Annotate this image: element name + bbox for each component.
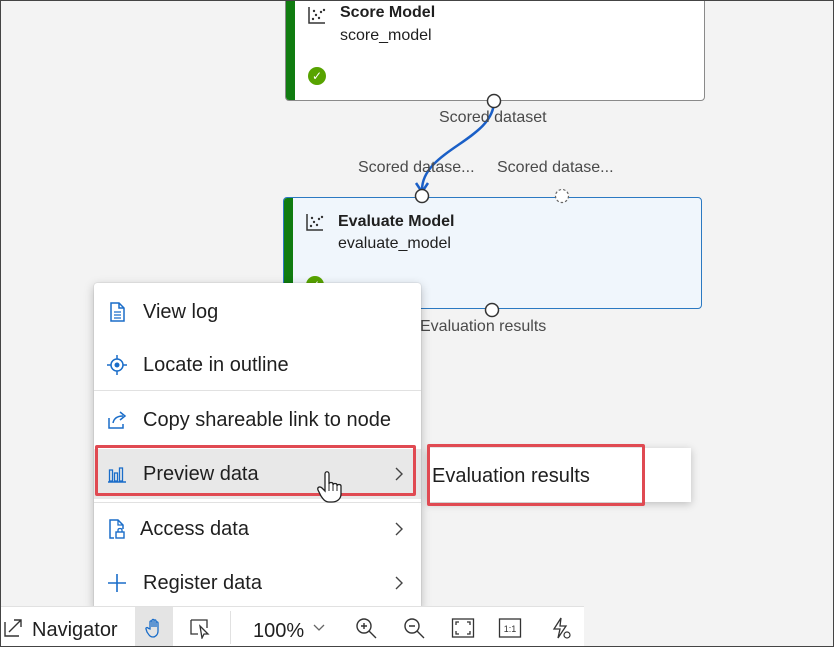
- node-title: Evaluate Model: [338, 213, 455, 230]
- chevron-right-icon: [395, 522, 403, 536]
- menu-item-copy-link[interactable]: Copy shareable link to node: [94, 395, 421, 445]
- zoom-out-icon: [404, 617, 425, 638]
- status-bar: [286, 0, 295, 100]
- plus-icon: [108, 574, 126, 592]
- input-port-right[interactable]: [554, 188, 570, 204]
- scatter-plot-icon: [306, 214, 324, 231]
- actual-size-button[interactable]: 1:1: [494, 607, 526, 647]
- fit-screen-icon: [451, 617, 475, 638]
- menu-item-register-data[interactable]: Register data: [94, 558, 421, 608]
- share-icon: [108, 411, 127, 429]
- actual-size-icon: 1:1: [498, 617, 522, 638]
- zoom-level[interactable]: 100%: [253, 620, 304, 643]
- zoom-in-icon: [356, 617, 377, 638]
- navigator-button[interactable]: [0, 607, 26, 647]
- pan-hand-icon: [145, 618, 159, 638]
- highlight-box-evaluation-results: [427, 444, 645, 506]
- highlight-box-preview-data: [95, 445, 416, 496]
- navigator-label[interactable]: Navigator: [32, 619, 118, 642]
- document-icon: [110, 302, 125, 322]
- menu-item-label: Copy shareable link to node: [143, 408, 391, 431]
- file-lock-icon: [109, 519, 125, 539]
- svg-text:1:1: 1:1: [504, 624, 517, 634]
- pan-tool-button[interactable]: [135, 607, 173, 647]
- score-model-node[interactable]: Score Model score_model ✓: [285, 0, 705, 101]
- canvas-toolbar: Navigator 100% 1:1: [0, 606, 584, 647]
- auto-layout-button[interactable]: [545, 607, 577, 647]
- toolbar-divider: [230, 611, 231, 644]
- node-subtitle: score_model: [340, 27, 432, 44]
- auto-layout-icon: [552, 617, 571, 639]
- hand-cursor-icon: [317, 471, 342, 503]
- menu-item-label: View log: [143, 300, 219, 323]
- input-port-label-left: Scored datase...: [358, 159, 475, 176]
- output-port-label: Evaluation results: [420, 318, 547, 335]
- menu-item-access-data[interactable]: Access data: [94, 504, 421, 554]
- input-port-left[interactable]: [414, 188, 430, 204]
- output-port[interactable]: [484, 302, 500, 318]
- select-icon: [190, 618, 210, 639]
- menu-divider: [94, 502, 421, 503]
- zoom-out-button[interactable]: [398, 607, 430, 647]
- menu-item-view-log[interactable]: View log: [94, 287, 421, 337]
- scatter-plot-icon: [308, 7, 326, 24]
- input-port-label-right: Scored datase...: [497, 159, 614, 176]
- zoom-dropdown[interactable]: [310, 607, 328, 647]
- chevron-right-icon: [395, 576, 403, 590]
- locate-icon: [107, 355, 127, 375]
- menu-item-label: Access data: [140, 517, 249, 540]
- menu-divider: [94, 390, 421, 391]
- node-title: Score Model: [340, 4, 436, 21]
- menu-item-locate-in-outline[interactable]: Locate in outline: [94, 340, 421, 390]
- menu-item-label: Register data: [143, 571, 262, 594]
- success-check-icon: ✓: [308, 67, 326, 85]
- menu-item-label: Locate in outline: [143, 353, 289, 376]
- navigator-icon: [4, 618, 22, 637]
- node-subtitle: evaluate_model: [338, 235, 451, 252]
- chevron-down-icon: [313, 624, 325, 631]
- output-port-label: Scored dataset: [439, 109, 547, 126]
- fit-to-screen-button[interactable]: [446, 607, 480, 647]
- select-tool-button[interactable]: [180, 607, 220, 647]
- output-port[interactable]: [486, 93, 502, 109]
- zoom-in-button[interactable]: [350, 607, 382, 647]
